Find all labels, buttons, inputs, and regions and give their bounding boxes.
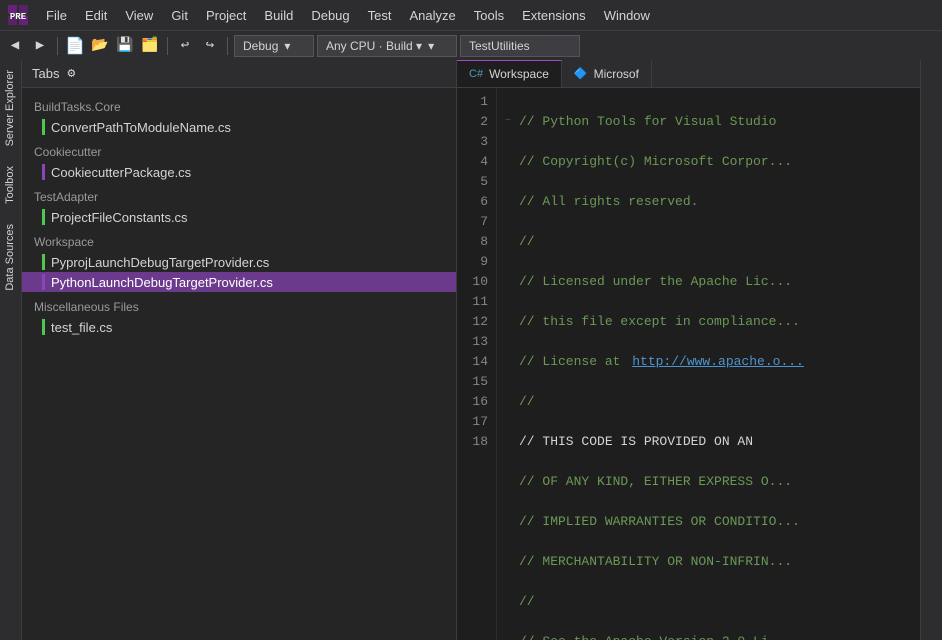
code-line-3: // All rights reserved. bbox=[505, 192, 912, 212]
data-sources-tab[interactable]: Data Sources bbox=[0, 214, 21, 301]
tree-item-cookiecutter-pkg[interactable]: CookiecutterPackage.cs bbox=[22, 162, 456, 182]
code-line-10: // OF ANY KIND, EITHER EXPRESS O... bbox=[505, 472, 912, 492]
main-area: Server Explorer Toolbox Data Sources Tab… bbox=[0, 60, 942, 640]
save-button[interactable]: 💾 bbox=[114, 35, 136, 57]
forward-button[interactable]: ▶ bbox=[29, 35, 51, 57]
open-button[interactable]: 📂 bbox=[89, 35, 111, 57]
fold-5 bbox=[505, 272, 515, 292]
fold-3 bbox=[505, 192, 515, 212]
group-misc: Miscellaneous Files bbox=[22, 292, 456, 317]
fold-8 bbox=[505, 392, 515, 412]
tab-cs-icon: C# bbox=[469, 68, 483, 80]
fold-6 bbox=[505, 312, 515, 332]
fold-7 bbox=[505, 352, 515, 372]
tree-item-projectfileconstants[interactable]: ProjectFileConstants.cs bbox=[22, 207, 456, 227]
app-logo: PRE bbox=[4, 1, 32, 29]
menu-tools[interactable]: Tools bbox=[466, 4, 512, 27]
menu-extensions[interactable]: Extensions bbox=[514, 4, 594, 27]
file-indicator-green-3 bbox=[42, 254, 45, 270]
menu-view[interactable]: View bbox=[117, 4, 161, 27]
file-indicator-purple bbox=[42, 164, 45, 180]
new-file-button[interactable]: 📄 bbox=[64, 35, 86, 57]
menu-window[interactable]: Window bbox=[596, 4, 658, 27]
code-line-14: // See the Apache Version 2.0 Li... bbox=[505, 632, 912, 640]
code-line-6: // this file except in compliance... bbox=[505, 312, 912, 332]
code-line-5: // Licensed under the Apache Lic... bbox=[505, 272, 912, 292]
tree-item-convertpath[interactable]: ConvertPathToModuleName.cs bbox=[22, 117, 456, 137]
tabs-title: Tabs bbox=[32, 66, 59, 81]
project-dropdown[interactable]: TestUtilities bbox=[460, 35, 580, 57]
code-line-2: // Copyright(c) Microsoft Corpor... bbox=[505, 152, 912, 172]
tab-label-microsoft: Microsof bbox=[594, 67, 639, 81]
code-line-8: // bbox=[505, 392, 912, 412]
code-line-1: −// Python Tools for Visual Studio bbox=[505, 112, 912, 132]
tree-item-test-file[interactable]: test_file.cs bbox=[22, 317, 456, 337]
fold-13 bbox=[505, 592, 515, 612]
code-line-4: // bbox=[505, 232, 912, 252]
menu-build[interactable]: Build bbox=[256, 4, 301, 27]
tabs-gear-icon[interactable]: ⚙ bbox=[67, 66, 75, 81]
code-line-9: // THIS CODE IS PROVIDED ON AN bbox=[505, 432, 912, 452]
editor-tab-microsoft[interactable]: 🔷 Microsof bbox=[562, 60, 652, 87]
toolbox-tab[interactable]: Toolbox bbox=[0, 156, 21, 214]
group-workspace: Workspace bbox=[22, 227, 456, 252]
server-explorer-tab[interactable]: Server Explorer bbox=[0, 60, 21, 156]
right-panel bbox=[920, 60, 942, 640]
code-editor[interactable]: −// Python Tools for Visual Studio // Co… bbox=[497, 88, 920, 640]
tree-item-python-launch-active[interactable]: PythonLaunchDebugTargetProvider.cs bbox=[22, 272, 456, 292]
vertical-tabs-left: Server Explorer Toolbox Data Sources bbox=[0, 60, 22, 640]
tab-ms-icon: 🔷 bbox=[574, 67, 588, 80]
file-indicator-green-2 bbox=[42, 209, 45, 225]
code-line-11: // IMPLIED WARRANTIES OR CONDITIO... bbox=[505, 512, 912, 532]
side-panel: Tabs ⚙ BuildTasks.Core ConvertPathToModu… bbox=[22, 60, 457, 640]
code-line-13: // bbox=[505, 592, 912, 612]
menu-test[interactable]: Test bbox=[360, 4, 400, 27]
toolbar-sep-1 bbox=[57, 37, 58, 55]
redo-button[interactable]: ↪ bbox=[199, 35, 221, 57]
tab-label-workspace: Workspace bbox=[489, 67, 549, 81]
editor-tab-bar: C# Workspace 🔷 Microsof bbox=[457, 60, 920, 88]
back-button[interactable]: ◀ bbox=[4, 35, 26, 57]
save-all-button[interactable]: 🗂️ bbox=[139, 35, 161, 57]
editor-tab-workspace[interactable]: C# Workspace bbox=[457, 60, 562, 87]
fold-14 bbox=[505, 632, 515, 640]
group-buildtasks: BuildTasks.Core bbox=[22, 92, 456, 117]
fold-2 bbox=[505, 152, 515, 172]
platform-dropdown[interactable]: Any CPU · Build ▾ ▾ bbox=[317, 35, 457, 57]
fold-12 bbox=[505, 552, 515, 572]
file-indicator-green-4 bbox=[42, 319, 45, 335]
fold-4 bbox=[505, 232, 515, 252]
code-line-12: // MERCHANTABILITY OR NON-INFRIN... bbox=[505, 552, 912, 572]
undo-button[interactable]: ↩ bbox=[174, 35, 196, 57]
file-indicator-green bbox=[42, 119, 45, 135]
menu-bar: PRE File Edit View Git Project Build Deb… bbox=[0, 0, 942, 30]
menu-edit[interactable]: Edit bbox=[77, 4, 115, 27]
menu-git[interactable]: Git bbox=[163, 4, 196, 27]
svg-text:PRE: PRE bbox=[10, 12, 27, 22]
group-testadapter: TestAdapter bbox=[22, 182, 456, 207]
toolbar-sep-2 bbox=[167, 37, 168, 55]
toolbar: ◀ ▶ 📄 📂 💾 🗂️ ↩ ↪ Debug ▾ Any CPU · Build… bbox=[0, 30, 942, 60]
fold-11 bbox=[505, 512, 515, 532]
tabs-header: Tabs ⚙ bbox=[22, 60, 456, 88]
editor-content: 1 2 3 4 5 6 7 8 9 10 11 12 13 14 15 16 1… bbox=[457, 88, 920, 640]
menu-analyze[interactable]: Analyze bbox=[401, 4, 463, 27]
fold-9 bbox=[505, 432, 515, 452]
group-cookiecutter: Cookiecutter bbox=[22, 137, 456, 162]
file-tree: BuildTasks.Core ConvertPathToModuleName.… bbox=[22, 88, 456, 640]
menu-project[interactable]: Project bbox=[198, 4, 254, 27]
editor-area: C# Workspace 🔷 Microsof 1 2 3 4 5 6 7 8 … bbox=[457, 60, 920, 640]
fold-1[interactable]: − bbox=[505, 112, 515, 132]
menu-file[interactable]: File bbox=[38, 4, 75, 27]
fold-10 bbox=[505, 472, 515, 492]
code-line-7: // License at http://www.apache.o... bbox=[505, 352, 912, 372]
tree-item-pyproj-launch[interactable]: PyprojLaunchDebugTargetProvider.cs bbox=[22, 252, 456, 272]
menu-debug[interactable]: Debug bbox=[303, 4, 357, 27]
config-dropdown[interactable]: Debug ▾ bbox=[234, 35, 314, 57]
toolbar-sep-3 bbox=[227, 37, 228, 55]
line-numbers: 1 2 3 4 5 6 7 8 9 10 11 12 13 14 15 16 1… bbox=[457, 88, 497, 640]
file-indicator-purple-2 bbox=[42, 274, 45, 290]
